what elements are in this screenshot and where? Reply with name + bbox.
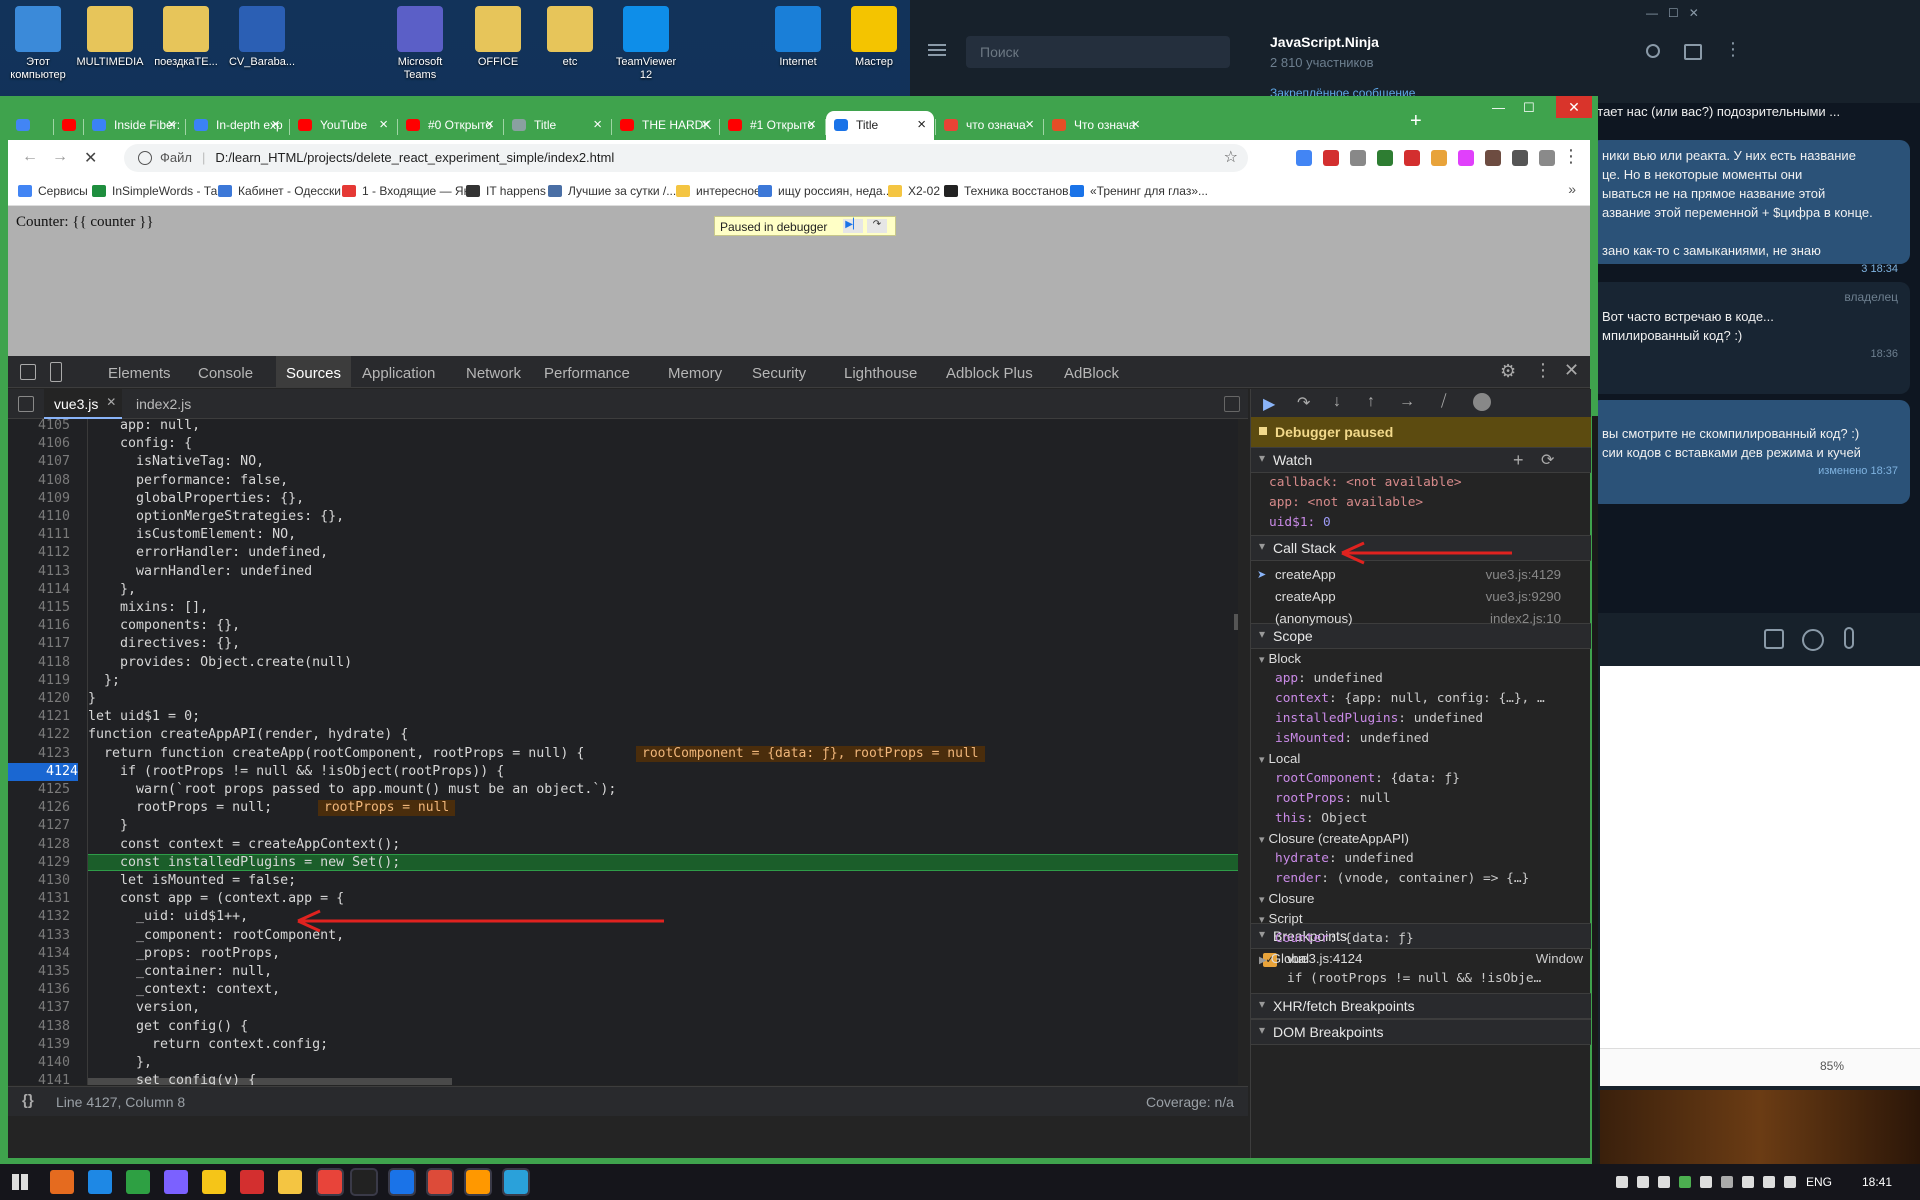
taskbar-app-icon[interactable] — [50, 1170, 74, 1194]
arrow-code-annotation — [297, 909, 664, 933]
tray-icon[interactable] — [1637, 1176, 1649, 1188]
taskbar-app-icon[interactable] — [350, 1168, 378, 1196]
arrow-watch-annotation — [1341, 541, 1512, 565]
taskbar-app-icon[interactable] — [88, 1170, 112, 1194]
tray-icon[interactable] — [1679, 1176, 1691, 1188]
annotation-overlay — [297, 541, 1512, 933]
tray-icon[interactable] — [1721, 1176, 1733, 1188]
taskbar-app-icon[interactable] — [126, 1170, 150, 1194]
taskbar-app-icon[interactable] — [464, 1168, 492, 1196]
start-icon[interactable] — [12, 1174, 28, 1190]
taskbar-app-icon[interactable] — [240, 1170, 264, 1194]
taskbar-app-icon[interactable] — [388, 1168, 416, 1196]
taskbar-app-icon[interactable] — [278, 1170, 302, 1194]
tray-icon[interactable] — [1784, 1176, 1796, 1188]
taskbar-app-icon[interactable] — [164, 1170, 188, 1194]
language-indicator[interactable]: ENG — [1806, 1175, 1832, 1189]
taskbar-app-icon[interactable] — [502, 1168, 530, 1196]
tray-icon[interactable] — [1742, 1176, 1754, 1188]
tray-icon[interactable] — [1616, 1176, 1628, 1188]
tray-icon[interactable] — [1700, 1176, 1712, 1188]
taskbar-app-icon[interactable] — [426, 1168, 454, 1196]
windows-taskbar: ENG 18:41 — [0, 1164, 1920, 1200]
tray-icon[interactable] — [1763, 1176, 1775, 1188]
taskbar-app-icon[interactable] — [316, 1168, 344, 1196]
taskbar-app-icon[interactable] — [202, 1170, 226, 1194]
tray-icon[interactable] — [1658, 1176, 1670, 1188]
clock[interactable]: 18:41 — [1862, 1175, 1892, 1189]
